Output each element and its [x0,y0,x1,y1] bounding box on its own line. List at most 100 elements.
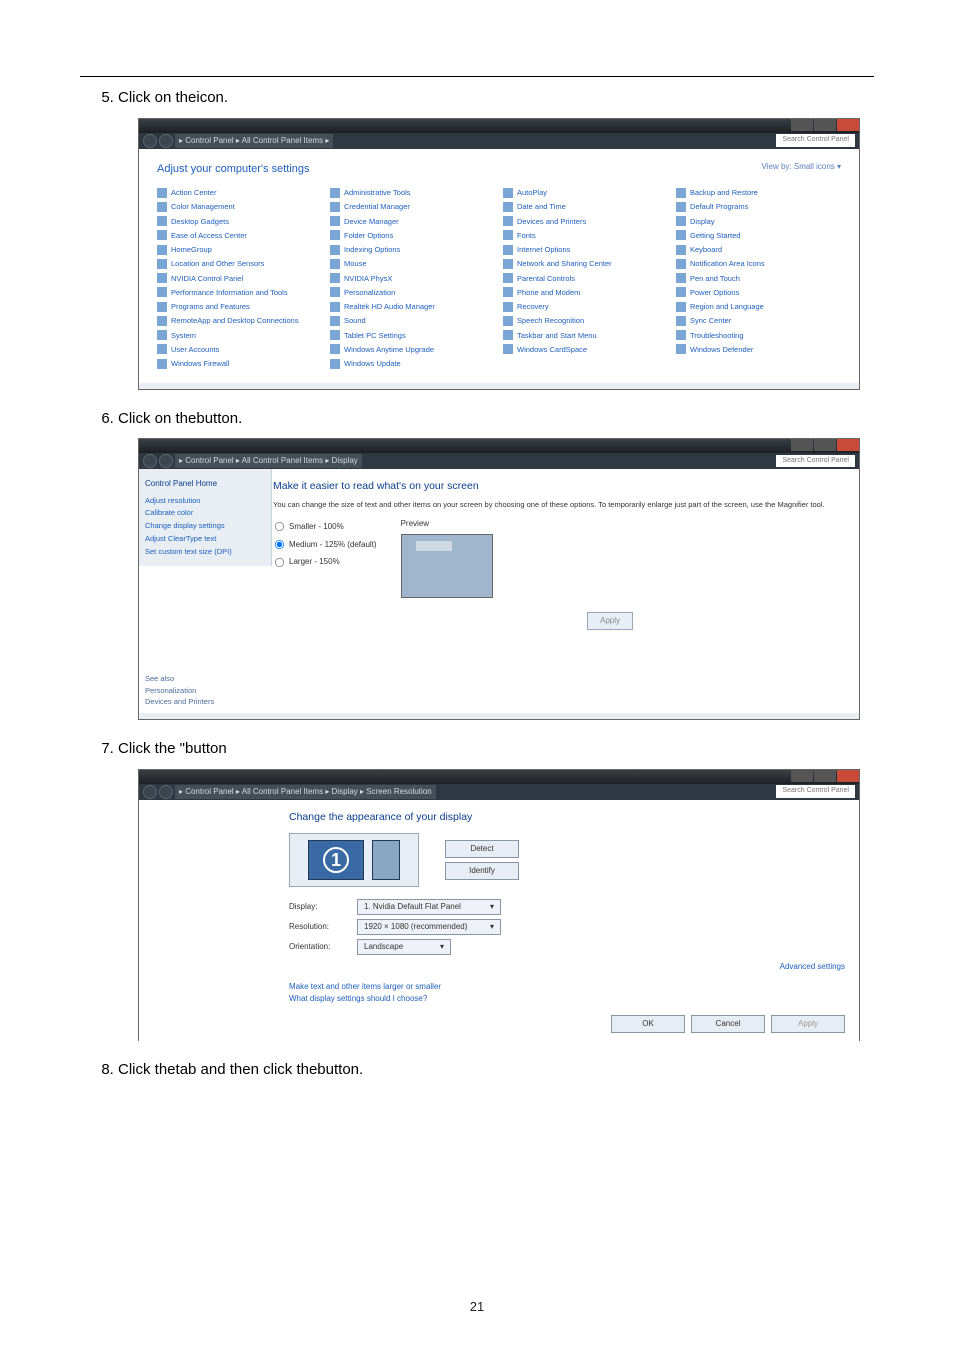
control-panel-item[interactable]: Getting Started [676,230,841,241]
control-panel-item[interactable]: Pen and Touch [676,273,841,284]
control-panel-item[interactable]: Speech Recognition [503,315,668,326]
control-panel-item[interactable]: User Accounts [157,344,322,355]
identify-button[interactable]: Identify [445,862,519,880]
sidebar-link[interactable]: Set custom text size (DPI) [145,546,265,559]
control-panel-item[interactable]: Credential Manager [330,201,495,212]
control-panel-item[interactable]: AutoPlay [503,187,668,198]
sidebar-link[interactable]: Personalization [145,685,214,696]
cp-item-icon [330,245,340,255]
control-panel-item[interactable]: Internet Options [503,244,668,255]
cp-item-icon [330,287,340,297]
control-panel-item[interactable]: NVIDIA PhysX [330,273,495,284]
nav-fwd-icon[interactable] [159,785,173,799]
sidebar-link[interactable]: Devices and Printers [145,696,214,707]
text-size-link[interactable]: Make text and other items larger or smal… [289,981,845,993]
search-input[interactable]: Search Control Panel [776,785,855,798]
display-selector[interactable]: 1 [289,833,419,887]
sidebar-link[interactable]: Calibrate color [145,507,265,520]
control-panel-item[interactable]: NVIDIA Control Panel [157,273,322,284]
control-panel-item[interactable]: Windows Defender [676,344,841,355]
control-panel-item[interactable]: Action Center [157,187,322,198]
control-panel-item[interactable]: Performance Information and Tools [157,287,322,298]
control-panel-item[interactable]: Sync Center [676,315,841,326]
control-panel-item[interactable]: Windows Firewall [157,358,322,369]
search-input[interactable]: Search Control Panel [776,455,855,468]
control-panel-item[interactable]: Color Management [157,201,322,212]
control-panel-item[interactable]: Windows CardSpace [503,344,668,355]
display-dropdown[interactable]: 1. Nvidia Default Flat Panel▾ [357,899,501,915]
nav-fwd-icon[interactable] [159,454,173,468]
control-panel-item[interactable]: Administrative Tools [330,187,495,198]
control-panel-item[interactable]: Devices and Printers [503,216,668,227]
control-panel-item[interactable]: Indexing Options [330,244,495,255]
sidebar-link[interactable]: Adjust resolution [145,495,265,508]
control-panel-item[interactable]: Windows Anytime Upgrade [330,344,495,355]
step-5: Click on theicon. ▸ Control Panel ▸ All … [118,87,874,390]
control-panel-item[interactable]: Notification Area Icons [676,258,841,269]
nav-back-icon[interactable] [143,785,157,799]
advanced-settings-link[interactable]: Advanced settings [289,961,845,973]
control-panel-item[interactable]: Personalization [330,287,495,298]
control-panel-item[interactable]: Network and Sharing Center [503,258,668,269]
settings-help-link[interactable]: What display settings should I choose? [289,993,845,1005]
control-panel-item[interactable]: RemoteApp and Desktop Connections [157,315,322,326]
control-panel-item[interactable]: Mouse [330,258,495,269]
cp-item-icon [330,330,340,340]
control-panel-item[interactable]: Display [676,216,841,227]
orientation-dropdown[interactable]: Landscape▾ [357,939,451,955]
control-panel-item[interactable]: Tablet PC Settings [330,330,495,341]
control-panel-item[interactable]: Ease of Access Center [157,230,322,241]
cp-item-label: Troubleshooting [690,330,744,341]
apply-button[interactable]: Apply [587,612,633,630]
cp-item-icon [503,216,513,226]
control-panel-item[interactable]: Keyboard [676,244,841,255]
control-panel-item[interactable]: Power Options [676,287,841,298]
cp-item-label: Programs and Features [171,301,250,312]
control-panel-item[interactable]: Recovery [503,301,668,312]
control-panel-item[interactable]: Phone and Modem [503,287,668,298]
resolution-dropdown[interactable]: 1920 × 1080 (recommended)▾ [357,919,501,935]
control-panel-item[interactable]: Default Programs [676,201,841,212]
detect-button[interactable]: Detect [445,840,519,858]
cp-item-label: Tablet PC Settings [344,330,406,341]
ok-button[interactable]: OK [611,1015,685,1033]
nav-back-icon[interactable] [143,454,157,468]
control-panel-item[interactable]: Device Manager [330,216,495,227]
view-by[interactable]: View by: Small icons ▾ [762,161,841,178]
cp-item-label: Indexing Options [344,244,400,255]
nav-fwd-icon[interactable] [159,134,173,148]
cp-item-icon [157,273,167,283]
control-panel-item[interactable]: Troubleshooting [676,330,841,341]
sidebar-link[interactable]: Adjust ClearType text [145,533,265,546]
control-panel-item[interactable]: Parental Controls [503,273,668,284]
cp-item-label: Power Options [690,287,739,298]
control-panel-item[interactable]: Location and Other Sensors [157,258,322,269]
search-input[interactable]: Search Control Panel [776,134,855,147]
control-panel-item[interactable]: Region and Language [676,301,841,312]
cp-item-label: Recovery [517,301,549,312]
sidebar-link[interactable]: Change display settings [145,520,265,533]
nav-back-icon[interactable] [143,134,157,148]
cp-item-icon [157,316,167,326]
radio-larger[interactable]: Larger - 150% [273,553,377,571]
cp-item-icon [503,287,513,297]
radio-smaller[interactable]: Smaller - 100% [273,518,377,536]
cp-item-icon [503,259,513,269]
control-panel-item[interactable]: Desktop Gadgets [157,216,322,227]
control-panel-item[interactable]: Date and Time [503,201,668,212]
control-panel-item[interactable]: Realtek HD Audio Manager [330,301,495,312]
control-panel-item[interactable]: Windows Update [330,358,495,369]
control-panel-item[interactable]: Fonts [503,230,668,241]
control-panel-item[interactable]: Taskbar and Start Menu [503,330,668,341]
control-panel-item[interactable]: Programs and Features [157,301,322,312]
radio-medium[interactable]: Medium - 125% (default) [273,536,377,554]
control-panel-item[interactable]: Backup and Restore [676,187,841,198]
control-panel-item[interactable]: Folder Options [330,230,495,241]
cp-item-label: NVIDIA PhysX [344,273,392,284]
apply-button[interactable]: Apply [771,1015,845,1033]
control-panel-item[interactable]: System [157,330,322,341]
cp-item-label: Region and Language [690,301,764,312]
control-panel-item[interactable]: HomeGroup [157,244,322,255]
cancel-button[interactable]: Cancel [691,1015,765,1033]
control-panel-item[interactable]: Sound [330,315,495,326]
